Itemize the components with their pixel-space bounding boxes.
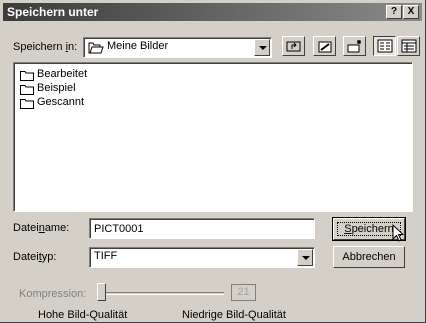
folder-icon xyxy=(20,85,34,95)
filetype-value: TIFF xyxy=(94,250,118,262)
details-view-icon xyxy=(401,39,417,53)
new-folder-button[interactable] xyxy=(343,36,366,56)
look-in-label-pre: Speichern xyxy=(13,41,66,53)
filetype-dropdown-button[interactable] xyxy=(297,249,313,266)
up-one-level-icon xyxy=(286,41,301,52)
filename-label-pre: Datei xyxy=(13,222,39,234)
look-in-combo[interactable]: Meine Bilder xyxy=(83,37,272,58)
file-name: Beispiel xyxy=(37,82,76,94)
look-in-value: Meine Bilder xyxy=(107,40,169,52)
file-list[interactable]: Bearbeitet Beispiel Gescannt xyxy=(13,62,413,212)
folder-icon xyxy=(20,99,34,109)
look-in-label-post: n: xyxy=(68,41,78,53)
filetype-label-pre: Datei xyxy=(13,251,39,263)
up-one-level-button[interactable] xyxy=(282,36,305,56)
compression-slider-thumb[interactable] xyxy=(97,283,106,301)
high-quality-label: Hohe Bild-Qualität xyxy=(38,309,128,321)
file-name: Bearbeitet xyxy=(37,68,88,80)
desktop-button[interactable] xyxy=(313,36,336,56)
details-view-button[interactable] xyxy=(397,36,420,56)
desktop-icon xyxy=(318,41,332,53)
close-button[interactable]: X xyxy=(403,5,419,19)
filename-label-post: ame: xyxy=(44,222,70,234)
look-in-label: Speichern in: xyxy=(13,41,77,53)
compression-slider-track xyxy=(100,292,224,295)
low-quality-label: Niedrige Bild-Qualität xyxy=(182,309,286,321)
filename-label: Dateiname: xyxy=(13,222,69,234)
filetype-select[interactable]: TIFF xyxy=(89,247,315,268)
save-as-dialog: Speichern unter ? X Speichern in: Meine … xyxy=(0,0,426,323)
compression-value: 21 xyxy=(231,284,256,301)
filetype-label-post: yp: xyxy=(41,251,57,263)
list-view-icon xyxy=(377,39,393,53)
filetype-label: Dateityp: xyxy=(13,251,56,263)
file-name: Gescannt xyxy=(37,96,85,108)
help-button[interactable]: ? xyxy=(386,5,402,19)
new-folder-icon xyxy=(347,40,361,53)
folder-open-icon xyxy=(88,42,104,54)
filename-input[interactable] xyxy=(89,218,315,239)
title-bar[interactable]: Speichern unter ? X xyxy=(3,3,422,21)
folder-icon xyxy=(20,71,34,81)
compression-label: Kompression: xyxy=(19,288,87,300)
look-in-dropdown-button[interactable] xyxy=(254,39,270,56)
cancel-button-label: Abbrechen xyxy=(342,251,396,263)
mouse-cursor-icon xyxy=(392,224,405,242)
list-view-button[interactable] xyxy=(373,36,396,56)
cancel-button[interactable]: Abbrechen xyxy=(333,246,405,268)
dialog-title: Speichern unter xyxy=(7,5,99,19)
close-label: X xyxy=(407,6,415,17)
help-label: ? xyxy=(390,6,398,17)
